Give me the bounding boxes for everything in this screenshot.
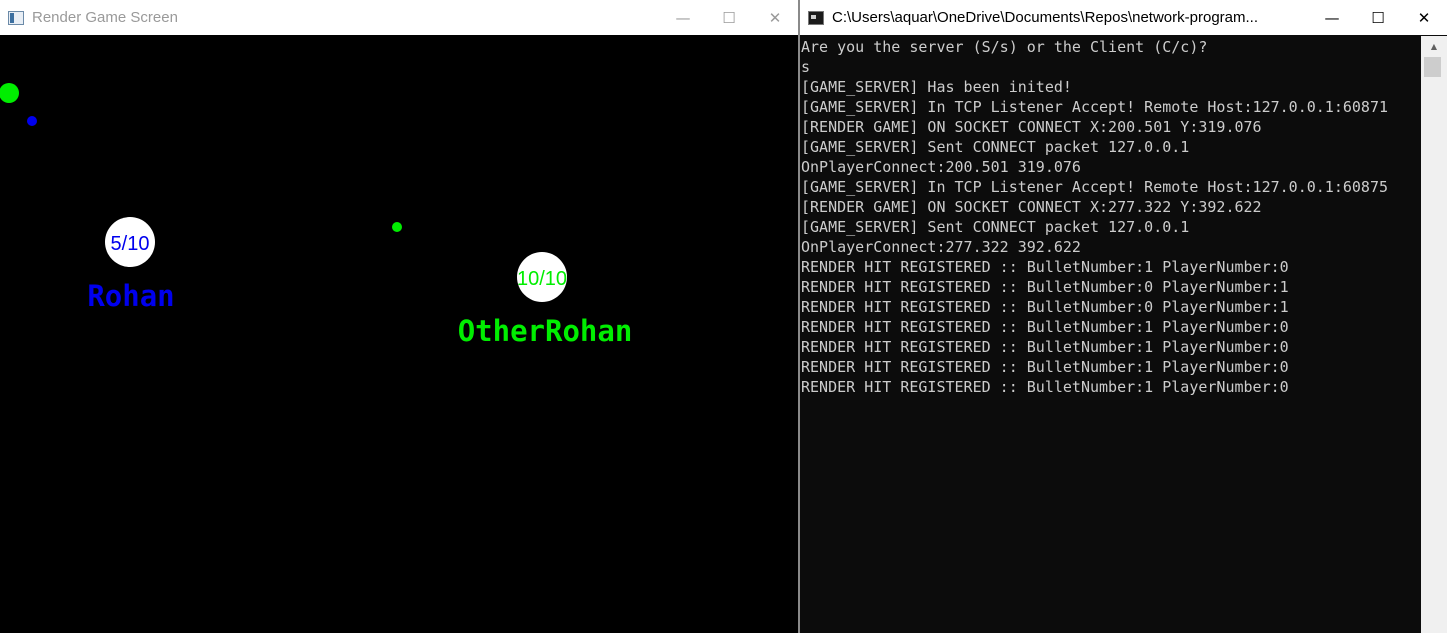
game-titlebar[interactable]: Render Game Screen — ☐ ✕ [0, 0, 798, 35]
minimize-button[interactable]: — [1309, 0, 1355, 35]
player-name-label: Rohan [87, 279, 174, 313]
player-rohan: 5/10 Rohan [87, 217, 175, 313]
console-scrollbar[interactable]: ▲ [1421, 36, 1447, 633]
console-line: RENDER HIT REGISTERED :: BulletNumber:0 … [801, 278, 1289, 296]
console-window: C:\Users\aquar\OneDrive\Documents\Repos\… [800, 0, 1447, 633]
console-line: [RENDER GAME] ON SOCKET CONNECT X:200.50… [801, 118, 1262, 136]
game-canvas[interactable]: 5/10 Rohan 10/10 OtherRohan [0, 36, 798, 633]
player-health-label: 10/10 [517, 268, 567, 290]
console-line: [GAME_SERVER] Has been inited! [801, 78, 1072, 96]
bullet [392, 222, 402, 232]
scroll-up-arrow-icon[interactable]: ▲ [1421, 36, 1447, 56]
console-line: s [801, 58, 811, 76]
app-window-icon [8, 10, 24, 25]
bullet [0, 83, 19, 103]
console-line: RENDER HIT REGISTERED :: BulletNumber:1 … [801, 358, 1289, 376]
close-button[interactable]: ✕ [752, 0, 798, 35]
maximize-button[interactable]: ☐ [1355, 0, 1401, 35]
console-line: RENDER HIT REGISTERED :: BulletNumber:1 … [801, 318, 1289, 336]
maximize-button[interactable]: ☐ [706, 0, 752, 35]
console-line: [GAME_SERVER] In TCP Listener Accept! Re… [801, 98, 1388, 116]
player-health-label: 5/10 [111, 233, 150, 255]
console-line: RENDER HIT REGISTERED :: BulletNumber:1 … [801, 258, 1289, 276]
console-line: OnPlayerConnect:277.322 392.622 [801, 238, 1081, 256]
close-button[interactable]: ✕ [1401, 0, 1447, 35]
console-line: RENDER HIT REGISTERED :: BulletNumber:0 … [801, 298, 1289, 316]
game-window-title: Render Game Screen [32, 9, 178, 26]
console-titlebar[interactable]: C:\Users\aquar\OneDrive\Documents\Repos\… [800, 0, 1447, 35]
console-line: [GAME_SERVER] Sent CONNECT packet 127.0.… [801, 218, 1190, 236]
console-line: [GAME_SERVER] In TCP Listener Accept! Re… [801, 178, 1388, 196]
console-line: RENDER HIT REGISTERED :: BulletNumber:1 … [801, 378, 1289, 396]
console-line: Are you the server (S/s) or the Client (… [801, 38, 1208, 56]
game-window: Render Game Screen — ☐ ✕ 5/10 Rohan 10/1… [0, 0, 798, 633]
console-line: RENDER HIT REGISTERED :: BulletNumber:1 … [801, 338, 1289, 356]
bullet [27, 116, 37, 126]
console-app-icon [808, 10, 824, 25]
player-name-label: OtherRohan [458, 314, 633, 348]
console-line: [RENDER GAME] ON SOCKET CONNECT X:277.32… [801, 198, 1262, 216]
player-otherrohan: 10/10 OtherRohan [458, 252, 633, 348]
console-output[interactable]: Are you the server (S/s) or the Client (… [800, 36, 1421, 633]
console-window-title: C:\Users\aquar\OneDrive\Documents\Repos\… [832, 9, 1258, 26]
console-line: [GAME_SERVER] Sent CONNECT packet 127.0.… [801, 138, 1190, 156]
minimize-button[interactable]: — [660, 0, 706, 35]
game-scene: 5/10 Rohan 10/10 OtherRohan [0, 83, 633, 348]
scroll-thumb[interactable] [1424, 57, 1441, 77]
console-line: OnPlayerConnect:200.501 319.076 [801, 158, 1081, 176]
